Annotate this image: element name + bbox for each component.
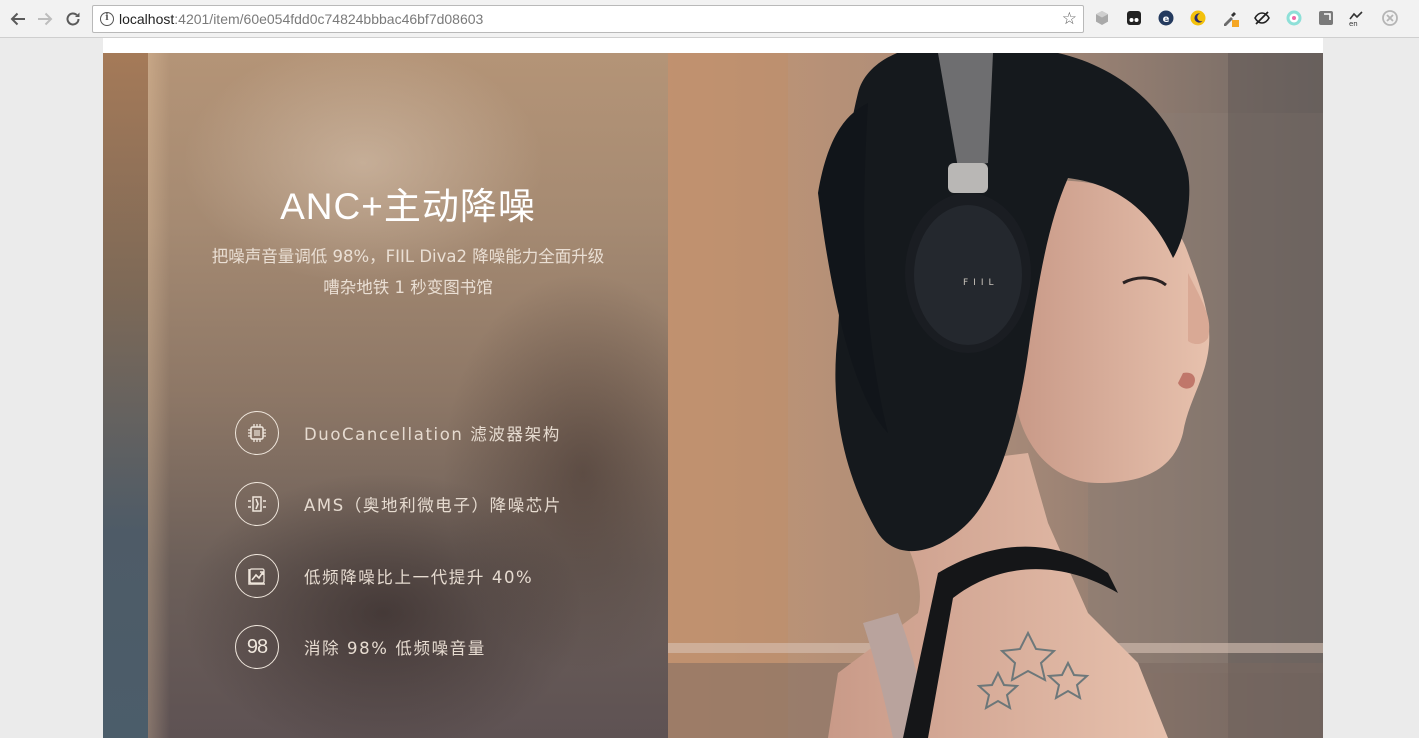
headphone-brand-text: FIIL (963, 278, 999, 288)
back-button[interactable] (6, 7, 30, 31)
arrow-left-icon (10, 12, 25, 26)
hero-left-strip (103, 53, 148, 738)
feature-text: DuoCancellation 滤波器架构 (304, 425, 561, 444)
url-text[interactable]: localhost:4201/item/60e054fdd0c74824bbba… (119, 11, 483, 27)
info-icon[interactable]: i (100, 12, 114, 26)
dots-circle-extension-icon[interactable] (1285, 9, 1303, 27)
feature-item-ams-chip: AMS（奥地利微电子）降噪芯片 (235, 481, 562, 527)
noise-chip-icon (235, 482, 279, 526)
feature-item-low-freq-improvement: 低频降噪比上一代提升 40% (235, 553, 533, 599)
hero-photo: FIIL (668, 53, 1323, 738)
bookmark-star-icon[interactable]: ☆ (1062, 9, 1077, 29)
tampermonkey-extension-icon[interactable] (1125, 9, 1143, 27)
feature-text: 低频降噪比上一代提升 40% (304, 568, 534, 587)
url-host: localhost (119, 11, 175, 27)
reload-icon (66, 12, 80, 26)
url-path: :4201/item/60e054fdd0c74824bbbac46bf7d08… (174, 11, 484, 27)
page-content: FIIL ANC+主动降噪 把噪声音量调低 98%，FIIL Diva2 降噪能… (103, 38, 1323, 738)
feature-text: AMS（奥地利微电子）降噪芯片 (304, 496, 562, 515)
hero-subtitle-line2: 嘈杂地铁 1 秒变图书馆 (323, 278, 493, 297)
hero-subtitle-line1: 把噪声音量调低 98%，FIIL Diva2 降噪能力全面升级 (211, 247, 605, 266)
woman-with-headphones-image: FIIL (668, 53, 1323, 738)
reload-button[interactable] (61, 7, 85, 31)
browser-toolbar: i localhost:4201/item/60e054fdd0c74824bb… (0, 0, 1419, 38)
feature-item-98-percent: 98 消除 98% 低频噪音量 (235, 624, 486, 670)
feature-text: 消除 98% 低频噪音量 (304, 639, 486, 658)
hero-title: ANC+主动降噪 (280, 186, 536, 227)
number-98-icon-text: 98 (246, 635, 268, 658)
e-circle-extension-icon[interactable]: e (1157, 9, 1175, 27)
eye-slash-extension-icon[interactable] (1253, 9, 1271, 27)
close-circle-extension-icon[interactable] (1381, 9, 1399, 27)
address-bar[interactable]: i localhost:4201/item/60e054fdd0c74824bb… (92, 5, 1084, 33)
arrow-right-icon (38, 12, 53, 26)
square-extension-icon[interactable] (1317, 9, 1335, 27)
translate-label: en (1349, 20, 1358, 27)
chip-icon (235, 411, 279, 455)
svg-text:e: e (1163, 14, 1170, 25)
forward-button[interactable] (33, 7, 57, 31)
eyedropper-extension-icon[interactable] (1221, 9, 1239, 27)
anc-hero-banner: FIIL ANC+主动降噪 把噪声音量调低 98%，FIIL Diva2 降噪能… (103, 53, 1323, 738)
translate-en-extension-icon[interactable]: en (1348, 9, 1366, 27)
feature-item-duocancellation: DuoCancellation 滤波器架构 (235, 410, 561, 456)
trend-chart-icon (235, 554, 279, 598)
number-98-icon: 98 (235, 625, 279, 669)
cube-extension-icon[interactable] (1093, 9, 1111, 27)
moon-extension-icon[interactable] (1189, 9, 1207, 27)
